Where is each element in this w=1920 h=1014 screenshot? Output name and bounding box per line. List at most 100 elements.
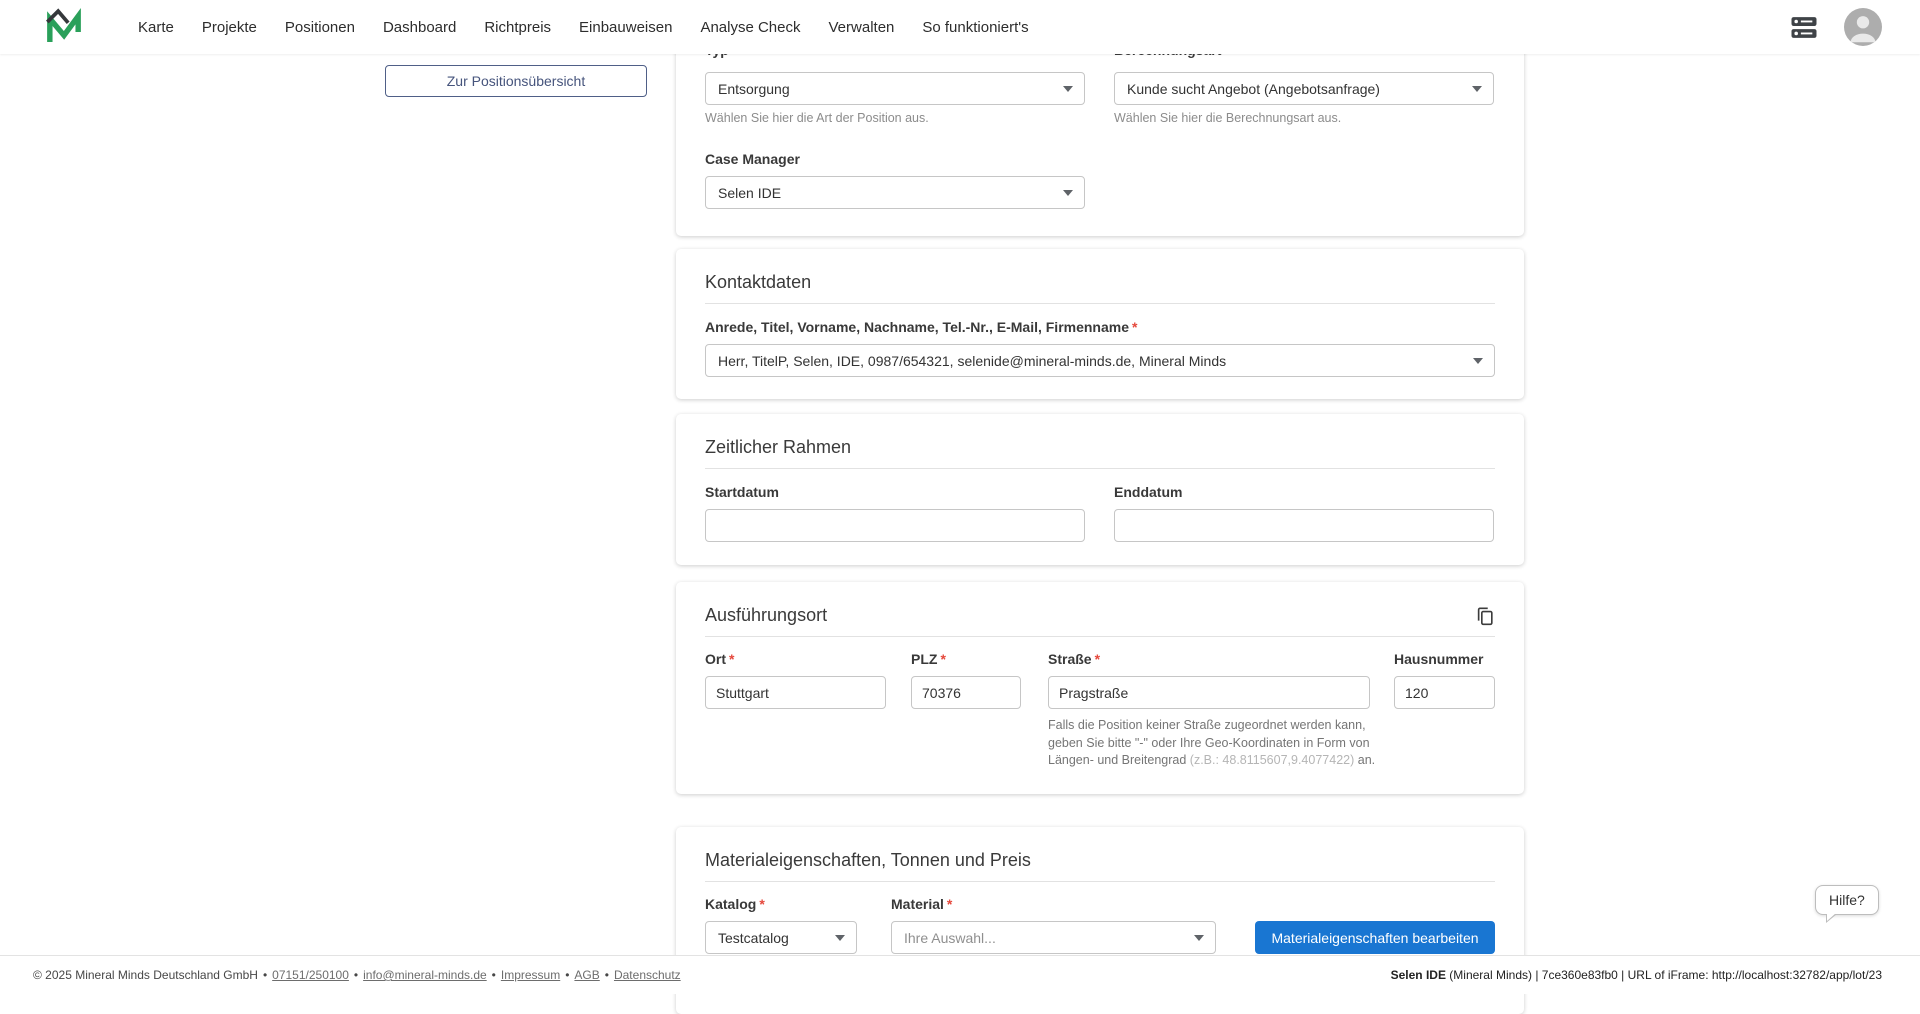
material-row: Katalog* Testcatalog Material* Ihre Ausw… xyxy=(705,895,1495,954)
contact-label-text: Anrede, Titel, Vorname, Nachname, Tel.-N… xyxy=(705,319,1129,335)
nav-einbauweisen[interactable]: Einbauweisen xyxy=(579,19,672,36)
help-button[interactable]: Hilfe? xyxy=(1815,885,1879,915)
footer: © 2025 Mineral Minds Deutschland GmbH • … xyxy=(0,955,1920,994)
user-avatar-icon[interactable] xyxy=(1844,8,1882,46)
copy-icon[interactable] xyxy=(1475,607,1495,627)
ausfuehrungsort-title: Ausführungsort xyxy=(705,604,827,627)
footer-separator: • xyxy=(354,968,358,982)
footer-email-link[interactable]: info@mineral-minds.de xyxy=(363,968,487,982)
nav-analyse-check[interactable]: Analyse Check xyxy=(700,19,800,36)
contact-label: Anrede, Titel, Vorname, Nachname, Tel.-N… xyxy=(705,318,1495,337)
ausfuehrungsort-card: Ausführungsort Ort* PLZ* Straße* xyxy=(676,582,1524,794)
footer-separator: • xyxy=(492,968,496,982)
startdatum-input[interactable] xyxy=(705,509,1085,542)
required-asterisk: * xyxy=(1095,651,1100,667)
strasse-label: Straße* xyxy=(1048,650,1370,669)
chevron-down-icon xyxy=(1472,86,1482,92)
footer-phone-link[interactable]: 07151/250100 xyxy=(272,968,349,982)
footer-separator: • xyxy=(263,968,267,982)
strasse-helper-example: (z.B.: 48.8115607,9.4077422) xyxy=(1190,753,1354,767)
contact-value: Herr, TitelP, Selen, IDE, 0987/654321, s… xyxy=(718,353,1226,369)
position-type-select[interactable]: Entsorgung xyxy=(705,72,1085,105)
strasse-label-text: Straße xyxy=(1048,651,1092,667)
zeitlicher-rahmen-title: Zeitlicher Rahmen xyxy=(705,436,851,459)
ort-label-text: Ort xyxy=(705,651,726,667)
kontaktdaten-card: Kontaktdaten Anrede, Titel, Vorname, Nac… xyxy=(676,249,1524,399)
startdatum-label: Startdatum xyxy=(705,483,1085,502)
top-navbar: Karte Projekte Positionen Dashboard Rich… xyxy=(0,0,1920,54)
footer-impressum-link[interactable]: Impressum xyxy=(501,968,560,982)
nav-dashboard[interactable]: Dashboard xyxy=(383,19,456,36)
plz-label-text: PLZ xyxy=(911,651,937,667)
material-title: Materialeigenschaften, Tonnen und Preis xyxy=(705,849,1031,872)
date-row: Startdatum Enddatum xyxy=(705,483,1495,542)
enddatum-input[interactable] xyxy=(1114,509,1494,542)
katalog-select[interactable]: Testcatalog xyxy=(705,921,857,954)
case-manager-label: Case Manager xyxy=(705,150,1495,169)
nav-positionen[interactable]: Positionen xyxy=(285,19,355,36)
material-label-text: Material xyxy=(891,896,944,912)
chevron-down-icon xyxy=(1063,86,1073,92)
plz-label: PLZ* xyxy=(911,650,1021,669)
calculation-type-helper: Wählen Sie hier die Berechnungsart aus. xyxy=(1114,110,1494,126)
divider xyxy=(705,881,1495,882)
main-nav: Karte Projekte Positionen Dashboard Rich… xyxy=(138,19,1029,36)
material-placeholder: Ihre Auswahl... xyxy=(904,930,996,946)
footer-separator: • xyxy=(565,968,569,982)
nav-richtpreis[interactable]: Richtpreis xyxy=(484,19,551,36)
divider xyxy=(705,636,1495,637)
katalog-label-text: Katalog xyxy=(705,896,756,912)
chevron-down-icon xyxy=(1473,358,1483,364)
nav-verwalten[interactable]: Verwalten xyxy=(829,19,895,36)
footer-agb-link[interactable]: AGB xyxy=(574,968,599,982)
material-select[interactable]: Ihre Auswahl... xyxy=(891,921,1216,954)
chevron-down-icon xyxy=(1194,935,1204,941)
calculation-type-value: Kunde sucht Angebot (Angebotsanfrage) xyxy=(1127,81,1380,97)
footer-left: © 2025 Mineral Minds Deutschland GmbH • … xyxy=(33,968,681,982)
footer-user-name: Selen IDE xyxy=(1391,968,1446,982)
footer-status: Selen IDE (Mineral Minds) | 7ce360e83fb0… xyxy=(1391,968,1882,982)
strasse-input[interactable] xyxy=(1048,676,1370,709)
footer-datenschutz-link[interactable]: Datenschutz xyxy=(614,968,681,982)
mineral-minds-logo xyxy=(44,7,84,47)
footer-copyright: © 2025 Mineral Minds Deutschland GmbH xyxy=(33,968,258,982)
ort-label: Ort* xyxy=(705,650,886,669)
ort-input[interactable] xyxy=(705,676,886,709)
back-to-positions-button[interactable]: Zur Positionsübersicht xyxy=(385,65,647,97)
edit-material-properties-button[interactable]: Materialeigenschaften bearbeiten xyxy=(1255,921,1495,954)
nav-so-funktionierts[interactable]: So funktioniert's xyxy=(922,19,1028,36)
enddatum-label: Enddatum xyxy=(1114,483,1494,502)
chevron-down-icon xyxy=(1063,190,1073,196)
required-asterisk: * xyxy=(729,651,734,667)
position-type-value: Entsorgung xyxy=(718,81,790,97)
required-asterisk: * xyxy=(940,651,945,667)
katalog-value: Testcatalog xyxy=(718,930,789,946)
strasse-helper-suffix: an. xyxy=(1354,753,1375,767)
position-type-helper: Wählen Sie hier die Art der Position aus… xyxy=(705,110,1085,126)
katalog-label: Katalog* xyxy=(705,895,857,914)
plz-input[interactable] xyxy=(911,676,1021,709)
nav-right-actions xyxy=(1790,8,1920,46)
hausnummer-label: Hausnummer xyxy=(1394,650,1495,669)
footer-session-info: (Mineral Minds) | 7ce360e83fb0 | URL of … xyxy=(1446,968,1882,982)
dns-icon[interactable] xyxy=(1790,15,1818,40)
footer-separator: • xyxy=(605,968,609,982)
divider xyxy=(705,468,1495,469)
nav-karte[interactable]: Karte xyxy=(138,19,174,36)
case-manager-value: Selen IDE xyxy=(718,185,781,201)
required-asterisk: * xyxy=(759,896,764,912)
divider xyxy=(705,303,1495,304)
address-row: Ort* PLZ* Straße* Falls die Position kei… xyxy=(705,650,1495,770)
required-asterisk: * xyxy=(1132,319,1137,335)
required-asterisk: * xyxy=(947,896,952,912)
calculation-type-select[interactable]: Kunde sucht Angebot (Angebotsanfrage) xyxy=(1114,72,1494,105)
case-manager-select[interactable]: Selen IDE xyxy=(705,176,1085,209)
chevron-down-icon xyxy=(835,935,845,941)
contact-select[interactable]: Herr, TitelP, Selen, IDE, 0987/654321, s… xyxy=(705,344,1495,377)
kontaktdaten-title: Kontaktdaten xyxy=(705,271,811,294)
nav-projekte[interactable]: Projekte xyxy=(202,19,257,36)
material-label: Material* xyxy=(891,895,1216,914)
zeitlicher-rahmen-card: Zeitlicher Rahmen Startdatum Enddatum xyxy=(676,414,1524,565)
strasse-helper: Falls die Position keiner Straße zugeord… xyxy=(1048,717,1383,770)
hausnummer-input[interactable] xyxy=(1394,676,1495,709)
